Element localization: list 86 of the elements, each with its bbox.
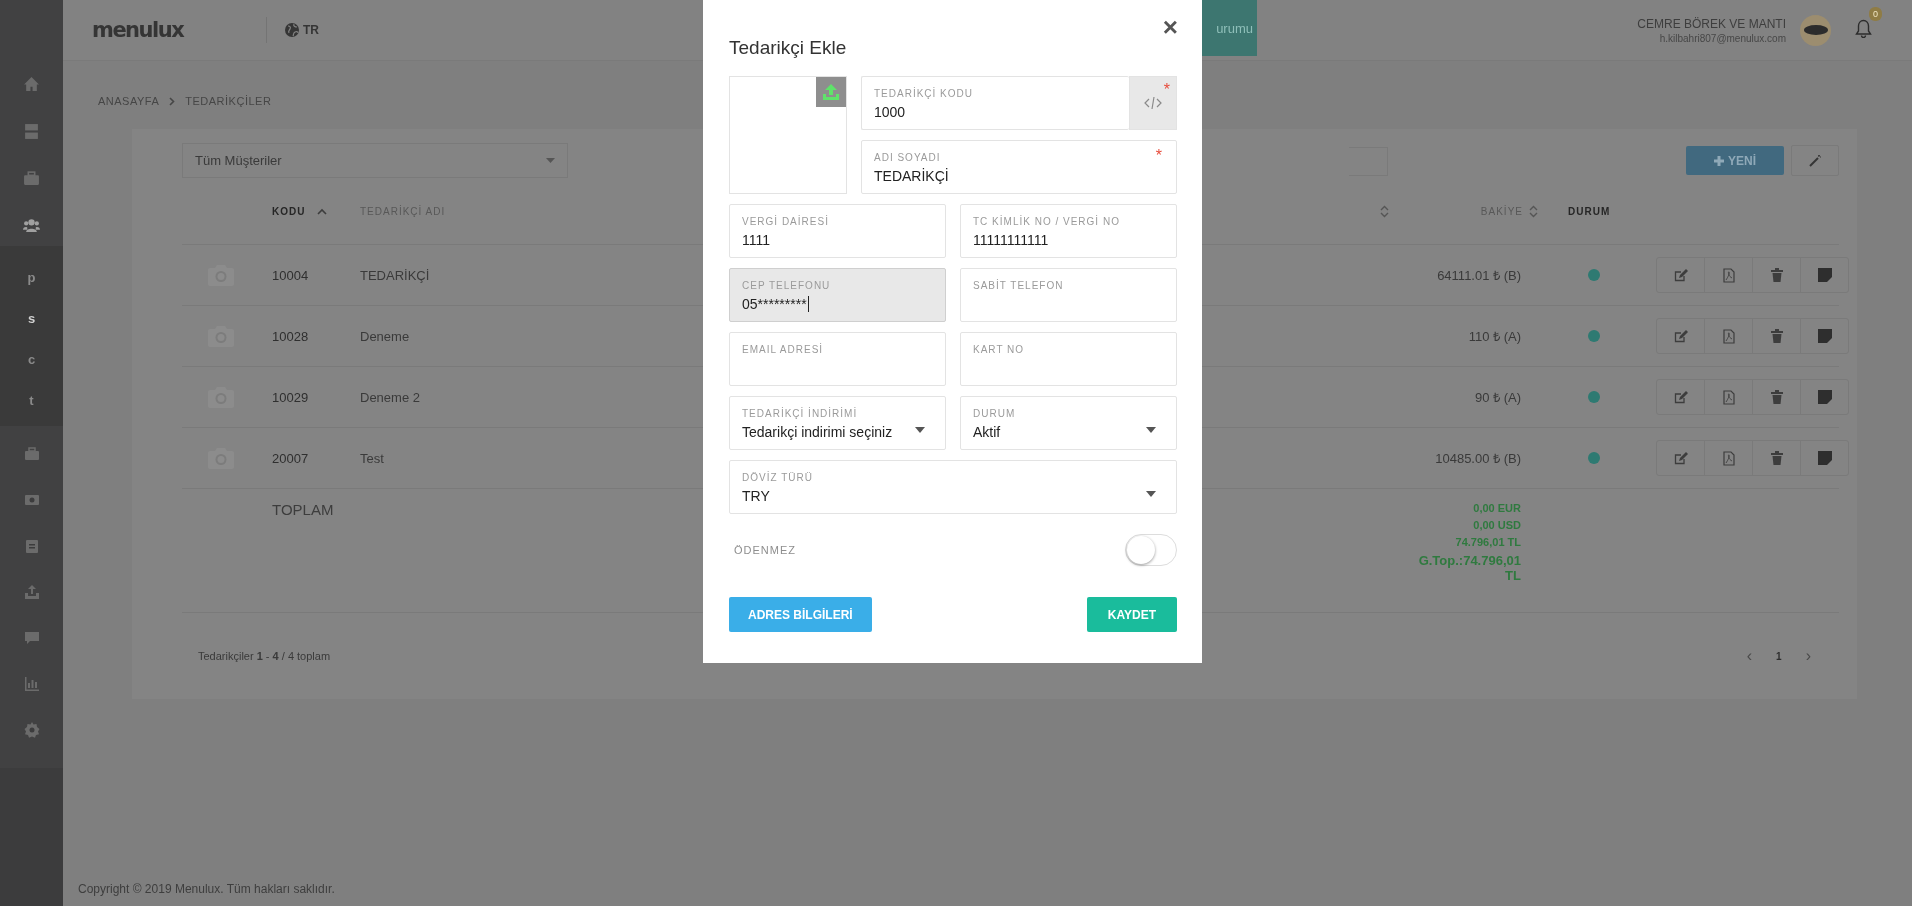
- table-cell-text: 64111.01 ₺ (B): [1437, 267, 1521, 284]
- money-icon[interactable]: [23, 492, 40, 508]
- table-cell-text: 110 ₺ (A): [1468, 328, 1521, 345]
- home-icon[interactable]: [23, 76, 40, 93]
- plus-icon: [1714, 155, 1724, 166]
- required-mark: *: [1155, 147, 1162, 165]
- caret-icon: [915, 427, 925, 433]
- user-email: h.kilbahri807@menulux.com: [1658, 32, 1786, 44]
- upload-icon[interactable]: [23, 584, 40, 600]
- next-page-link[interactable]: ›: [1805, 647, 1811, 665]
- input-field[interactable]: KART NO: [960, 332, 1177, 386]
- chevron-right-icon: [169, 96, 176, 106]
- caret-icon: [1146, 491, 1156, 497]
- input-field[interactable]: TEDARİKÇİ KODU 1000: [861, 76, 1129, 130]
- server-icon[interactable]: [23, 123, 40, 140]
- toggle-label: ÖDENMEZ: [734, 544, 796, 556]
- users-icon[interactable]: [23, 217, 40, 234]
- wand-icon: [1809, 154, 1821, 167]
- nav-tab[interactable]: urumu: [1202, 0, 1257, 56]
- input-field[interactable]: CEP TELEFONU 05*********: [729, 268, 946, 322]
- input-field[interactable]: TC KİMLİK NO / VERGİ NO 11111111111: [960, 204, 1177, 258]
- select-field[interactable]: DURUM Aktif: [960, 396, 1177, 450]
- table-cell: Test: [360, 450, 384, 466]
- briefcase-icon[interactable]: [23, 170, 40, 187]
- chart-icon[interactable]: [23, 676, 40, 692]
- page-link[interactable]: 1: [1776, 650, 1782, 662]
- image-upload-area[interactable]: [729, 76, 847, 194]
- column-header[interactable]: KODU: [272, 205, 306, 217]
- caret-icon: [1146, 427, 1156, 433]
- input-field[interactable]: ADI SOYADI TEDARİKÇİ *: [861, 140, 1177, 194]
- grand-total: G.Top.:74.796,01 TL: [1417, 553, 1521, 583]
- sidebar-letter[interactable]: t: [29, 393, 34, 408]
- required-mark: *: [1163, 81, 1170, 99]
- upload-icon[interactable]: [816, 77, 846, 107]
- logo: menulux: [92, 18, 185, 42]
- input-field[interactable]: EMAIL ADRESİ: [729, 332, 946, 386]
- table-cell: 20007: [272, 450, 309, 466]
- wand-button[interactable]: [1791, 145, 1839, 176]
- chat-icon[interactable]: [23, 630, 40, 646]
- breadcrumb-link[interactable]: ANASAYFA: [98, 95, 160, 107]
- toggle-switch[interactable]: [1125, 534, 1177, 566]
- previous-page-link[interactable]: ‹: [1746, 647, 1753, 665]
- copyright-text: Copyright © 2019 Menulux. Tüm hakları saklıdır.: [78, 882, 336, 896]
- total-amount: 74.796,01 TL: [1455, 536, 1521, 548]
- table-cell: 10004: [272, 267, 309, 283]
- sidebar-letter[interactable]: p: [27, 270, 36, 285]
- record-summary: Tedarikçiler 1 - 4 / 4 toplam: [198, 650, 331, 662]
- select-field[interactable]: TEDARİKÇİ İNDİRİMİ Tedarikçi indirimi seçiniz: [729, 396, 946, 450]
- table-cell: Deneme 2: [360, 389, 420, 405]
- table-cell-text: 90 ₺ (A): [1475, 389, 1521, 406]
- customer-filter-dropdown[interactable]: Tüm Müşteriler: [182, 143, 568, 178]
- table-cell: Deneme: [360, 328, 410, 344]
- sort-icon[interactable]: [1380, 204, 1389, 218]
- select-field[interactable]: DÖVİZ TÜRÜ TRY: [729, 460, 1177, 514]
- code-generate-button[interactable]: *: [1129, 76, 1177, 130]
- close-button[interactable]: ×: [1162, 14, 1178, 40]
- address-button[interactable]: ADRES BİLGİLERİ: [729, 597, 872, 632]
- caret-icon: [546, 158, 555, 163]
- notification-badge: 0: [1869, 6, 1882, 21]
- table-cell-text: 10485.00 ₺ (B): [1435, 450, 1521, 467]
- table-cell: 10028: [272, 328, 309, 344]
- language-label[interactable]: TR: [303, 23, 319, 37]
- bell-icon[interactable]: [1855, 18, 1872, 38]
- sort-icon[interactable]: [1529, 204, 1538, 218]
- sidebar-letter[interactable]: s: [27, 311, 36, 326]
- avatar[interactable]: [1800, 14, 1831, 46]
- table-cell: TEDARİKÇİ: [360, 267, 430, 283]
- new-button[interactable]: YENİ: [1686, 146, 1784, 175]
- input-field[interactable]: VERGİ DAİRESİ 1111: [729, 204, 946, 258]
- breadcrumb-current: TEDARİKÇİLER: [185, 95, 272, 107]
- globe-icon[interactable]: [285, 23, 299, 37]
- dialog-title: Tedarikçi Ekle: [729, 37, 847, 59]
- clipboard-icon[interactable]: [23, 538, 40, 554]
- settings-icon[interactable]: [23, 722, 40, 738]
- column-header[interactable]: DURUM: [1568, 205, 1611, 217]
- total-amount: 0,00 USD: [1473, 519, 1521, 531]
- input-field[interactable]: SABİT TELEFON: [960, 268, 1177, 322]
- sidebar-letter[interactable]: c: [27, 352, 36, 367]
- code-icon: [1144, 96, 1162, 110]
- save-button[interactable]: KAYDET: [1086, 597, 1177, 632]
- briefcase-icon[interactable]: [23, 446, 40, 462]
- user-name: CEMRE BÖREK VE MANTI: [1637, 16, 1786, 31]
- total-amount: 0,00 EUR: [1473, 502, 1521, 514]
- total-label: TOPLAM: [271, 500, 335, 518]
- table-cell: 10029: [272, 389, 309, 405]
- sort-ascending-icon[interactable]: [317, 207, 328, 215]
